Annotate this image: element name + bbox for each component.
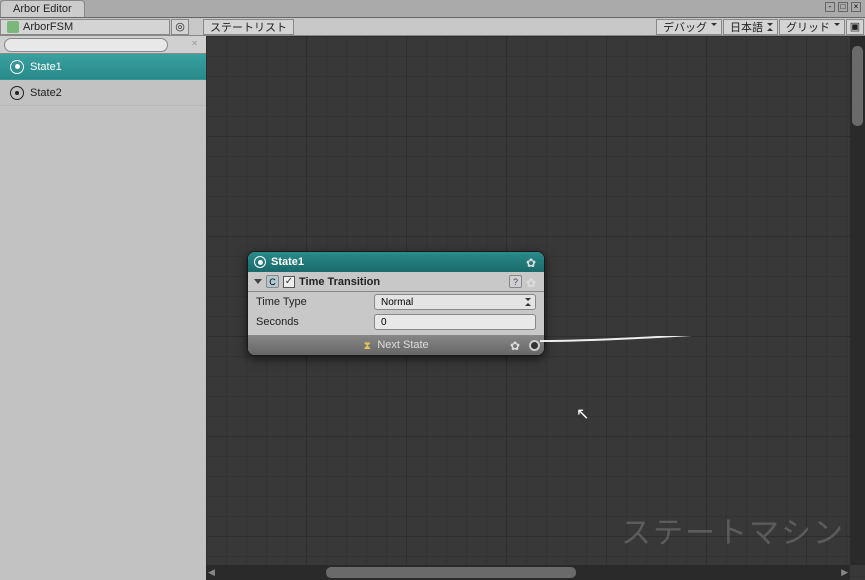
window-controls: - □ × <box>821 0 865 17</box>
scrollbar-thumb[interactable] <box>852 46 863 126</box>
cursor-icon: ↖ <box>576 404 589 424</box>
debug-dropdown[interactable]: デバッグ <box>656 19 722 35</box>
gear-icon[interactable] <box>526 276 538 288</box>
gear-icon[interactable] <box>510 339 522 351</box>
field-time-type: Time Type Normal <box>248 292 544 312</box>
state-node-state1[interactable]: State1 C ✓ Time Transition ? Time Type N… <box>247 251 545 356</box>
grid-dropdown[interactable]: グリッド <box>779 19 845 35</box>
tab-bar: Arbor Editor - □ × <box>0 0 865 18</box>
field-seconds: Seconds 0 <box>248 312 544 335</box>
fsm-target-button[interactable]: ◎ <box>171 19 189 35</box>
start-state-icon <box>254 256 266 268</box>
transition-label: Next State <box>377 339 428 351</box>
horizontal-scrollbar[interactable] <box>206 565 850 580</box>
maximize-icon[interactable]: □ <box>838 2 848 12</box>
state-label: State1 <box>30 61 62 73</box>
field-label: Time Type <box>256 296 374 308</box>
state-list-button[interactable]: ステートリスト <box>203 19 294 35</box>
hourglass-icon <box>363 340 372 351</box>
sidebar-item-state1[interactable]: State1 <box>0 54 206 80</box>
start-state-icon <box>10 60 24 74</box>
search-row <box>0 36 206 54</box>
toolbar: ArborFSM ◎ ステートリスト デバッグ 日本語 グリッド ▣ <box>0 18 865 36</box>
behaviour-title: Time Transition <box>299 276 505 288</box>
watermark: ステートマシン <box>621 508 845 552</box>
search-input[interactable] <box>4 38 168 52</box>
fsm-selector[interactable]: ArborFSM <box>0 19 170 35</box>
script-icon: C <box>266 275 279 288</box>
fullscreen-button[interactable]: ▣ <box>846 19 864 35</box>
minimize-icon[interactable]: - <box>825 2 835 12</box>
state-icon <box>10 86 24 100</box>
seconds-input[interactable]: 0 <box>374 314 536 330</box>
gear-icon[interactable] <box>526 256 538 268</box>
state-label: State2 <box>30 87 62 99</box>
scrollbar-thumb[interactable] <box>326 567 576 578</box>
fsm-name: ArborFSM <box>23 21 73 33</box>
sidebar-item-state2[interactable]: State2 <box>0 80 206 106</box>
language-dropdown[interactable]: 日本語 <box>723 19 778 35</box>
close-icon[interactable]: × <box>851 2 861 12</box>
node-header[interactable]: State1 <box>248 252 544 272</box>
state-list: State1 State2 <box>0 54 206 580</box>
graph-canvas[interactable]: State1 C ✓ Time Transition ? Time Type N… <box>206 36 865 580</box>
output-port[interactable] <box>529 340 540 351</box>
vertical-scrollbar[interactable] <box>850 36 865 565</box>
time-type-dropdown[interactable]: Normal <box>374 294 536 310</box>
sidebar: State1 State2 <box>0 36 206 580</box>
editor-tab[interactable]: Arbor Editor <box>0 0 85 17</box>
field-label: Seconds <box>256 316 374 328</box>
node-title: State1 <box>271 256 521 268</box>
foldout-icon[interactable] <box>254 279 262 284</box>
enabled-checkbox[interactable]: ✓ <box>283 276 295 288</box>
transition-row[interactable]: Next State <box>248 335 544 355</box>
behaviour-header[interactable]: C ✓ Time Transition ? <box>248 272 544 292</box>
fsm-icon <box>7 21 19 33</box>
help-icon[interactable]: ? <box>509 275 522 288</box>
